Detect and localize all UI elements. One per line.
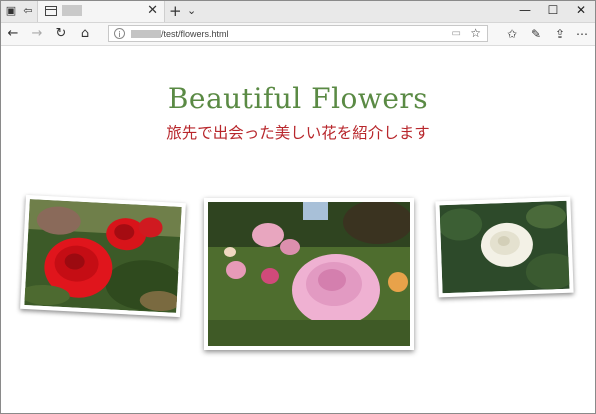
close-icon[interactable]: ✕ xyxy=(147,3,158,19)
tab-bar: ▣ ⇦ ✕ + ⌄ — ☐ ✕ xyxy=(1,1,595,23)
navigation-bar: ← → ↻ ⌂ i /test/flowers.html ▭ ☆ ✩ ✎ ⇪ ⋯ xyxy=(1,23,595,46)
favorites-hub-icon[interactable]: ✩ xyxy=(504,26,520,42)
page-subtitle: 旅先で出会った美しい花を紹介します xyxy=(166,124,430,142)
favorite-star-icon[interactable]: ☆ xyxy=(470,26,481,40)
new-tab-icon[interactable]: + xyxy=(169,2,182,20)
tab-title xyxy=(62,5,82,16)
white-rose-image xyxy=(439,200,570,294)
minimize-icon[interactable]: — xyxy=(518,3,532,17)
page-title: Beautiful Flowers xyxy=(167,82,429,115)
forward-icon[interactable]: → xyxy=(29,26,45,42)
add-notes-icon[interactable]: ✎ xyxy=(528,26,544,42)
page-content: Beautiful Flowers 旅先で出会った美しい花を紹介します xyxy=(1,46,595,413)
red-rose-photo xyxy=(20,194,186,318)
window-close-icon[interactable]: ✕ xyxy=(574,3,588,17)
pink-rose-photo xyxy=(204,198,414,350)
maximize-icon[interactable]: ☐ xyxy=(546,3,560,17)
browser-window: ▣ ⇦ ✕ + ⌄ — ☐ ✕ ← → ↻ ⌂ i /test/flowers.… xyxy=(0,0,596,414)
url-text: /test/flowers.html xyxy=(161,29,229,39)
white-rose-photo xyxy=(435,196,574,298)
info-icon[interactable]: i xyxy=(114,28,125,39)
reading-view-icon[interactable]: ▭ xyxy=(452,28,461,39)
page-icon xyxy=(45,6,57,16)
set-aside-tabs-icon[interactable]: ⇦ xyxy=(21,4,35,18)
red-rose-image xyxy=(24,199,182,313)
share-icon[interactable]: ⇪ xyxy=(552,26,568,42)
home-icon[interactable]: ⌂ xyxy=(77,26,93,42)
redacted-host xyxy=(131,30,161,38)
more-icon[interactable]: ⋯ xyxy=(574,26,590,42)
refresh-icon[interactable]: ↻ xyxy=(53,26,69,42)
tab-actions-icon[interactable]: ▣ xyxy=(4,4,18,18)
pink-rose-image xyxy=(208,202,410,346)
browser-tab[interactable]: ✕ xyxy=(37,1,165,22)
address-bar[interactable]: i /test/flowers.html ▭ ☆ xyxy=(108,25,488,42)
back-icon[interactable]: ← xyxy=(5,26,21,42)
tab-list-icon[interactable]: ⌄ xyxy=(187,4,196,17)
